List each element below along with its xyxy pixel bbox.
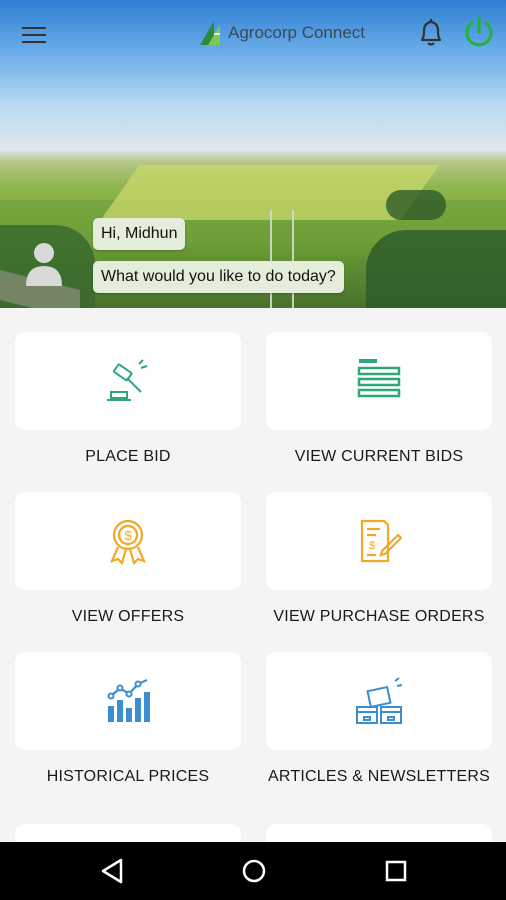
- view-purchase-orders-label: VIEW PURCHASE ORDERS: [273, 608, 485, 625]
- recents-icon[interactable]: [381, 856, 411, 886]
- back-icon[interactable]: [97, 856, 127, 886]
- bar-chart-trend-icon: [107, 678, 150, 722]
- notification-bell-icon[interactable]: [416, 16, 446, 48]
- more-card-right[interactable]: [266, 824, 492, 842]
- place-bid-label: PLACE BID: [85, 448, 171, 465]
- articles-newsletters-card[interactable]: [266, 652, 492, 750]
- more-card-left[interactable]: [15, 824, 241, 842]
- app-header: Agrocorp Connect: [0, 0, 506, 70]
- archive-boxes-icon: [356, 677, 403, 724]
- svg-text:$: $: [369, 540, 375, 552]
- list-icon: [357, 359, 401, 398]
- action-grid: PLACE BID VIEW CURRENT BIDS $ VIEW OFFER…: [0, 308, 506, 842]
- view-offers-card[interactable]: $: [15, 492, 241, 590]
- agrocorp-logo-icon: [200, 21, 220, 45]
- place-bid-card[interactable]: [15, 332, 241, 430]
- gavel-icon: [107, 359, 148, 401]
- power-icon[interactable]: [462, 14, 496, 50]
- menu-icon[interactable]: [22, 24, 48, 44]
- historical-prices-label: HISTORICAL PRICES: [46, 768, 210, 785]
- app-title: Agrocorp Connect: [228, 23, 366, 42]
- user-avatar-icon: [26, 243, 62, 286]
- articles-newsletters-label: ARTICLES & NEWSLETTERS: [268, 768, 490, 785]
- historical-prices-card[interactable]: [15, 652, 241, 750]
- system-navigation-bar: [0, 842, 506, 900]
- app-logo: Agrocorp Connect: [198, 20, 365, 46]
- home-icon[interactable]: [239, 856, 269, 886]
- view-current-bids-card[interactable]: [266, 332, 492, 430]
- greeting-bubble: Hi, Midhun: [93, 218, 186, 250]
- view-current-bids-label: VIEW CURRENT BIDS: [294, 448, 464, 465]
- view-purchase-orders-card[interactable]: $: [266, 492, 492, 590]
- view-offers-label: VIEW OFFERS: [71, 608, 185, 625]
- question-bubble: What would you like to do today?: [93, 261, 344, 293]
- signed-document-icon: $: [360, 519, 402, 563]
- award-badge-icon: $: [110, 519, 146, 565]
- svg-text:$: $: [124, 528, 132, 543]
